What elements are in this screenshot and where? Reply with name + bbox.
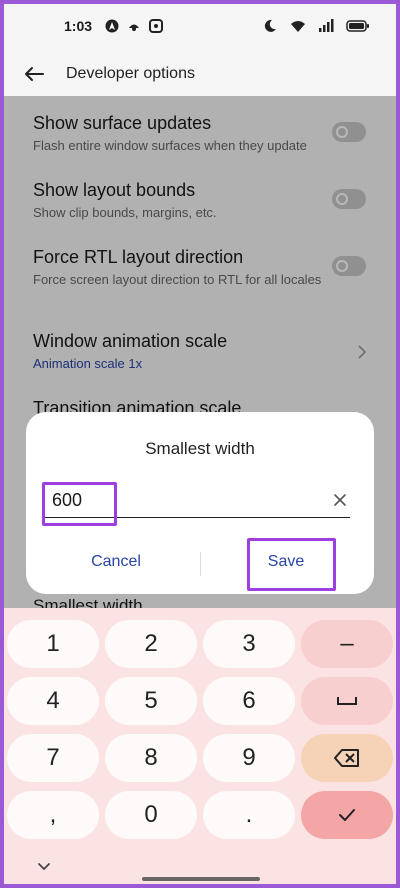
key-period[interactable]: .: [203, 791, 295, 839]
wifi-icon: [290, 18, 306, 34]
key-9[interactable]: 9: [203, 734, 295, 782]
moon-icon: [262, 18, 278, 34]
key-space[interactable]: [301, 677, 393, 725]
page-title: Developer options: [66, 65, 195, 82]
checkmark-icon: [339, 809, 355, 821]
navigation-icon: [104, 18, 120, 34]
screenshot-icon: [148, 18, 164, 34]
key-1[interactable]: 1: [7, 620, 99, 668]
key-2[interactable]: 2: [105, 620, 197, 668]
key-5[interactable]: 5: [105, 677, 197, 725]
chevron-down-icon[interactable]: [37, 862, 51, 872]
key-minus[interactable]: –: [301, 620, 393, 668]
button-divider: [200, 552, 201, 576]
close-icon: [334, 494, 346, 506]
battery-icon: [346, 18, 370, 34]
key-6[interactable]: 6: [203, 677, 295, 725]
phone-screen: 1:03 Developer options Show surface upda…: [4, 4, 396, 884]
home-indicator[interactable]: [142, 877, 260, 881]
numeric-keyboard: 1 2 3 – 4 5 6 7 8 9 , 0 .: [4, 608, 396, 884]
status-bar: 1:03: [4, 4, 396, 48]
smallest-width-dialog: Smallest width Cancel Save: [26, 412, 374, 594]
notification-app-icon: [126, 18, 142, 34]
status-right-icons: [262, 18, 376, 34]
back-arrow-icon: [25, 67, 44, 81]
key-7[interactable]: 7: [7, 734, 99, 782]
dialog-title: Smallest width: [145, 439, 255, 458]
backspace-icon: [334, 749, 359, 767]
clear-input-button[interactable]: [330, 490, 350, 510]
key-done[interactable]: [301, 791, 393, 839]
key-4[interactable]: 4: [7, 677, 99, 725]
save-highlight-box: [247, 538, 336, 591]
key-0[interactable]: 0: [105, 791, 197, 839]
signal-icon: [318, 18, 334, 34]
key-3[interactable]: 3: [203, 620, 295, 668]
key-backspace[interactable]: [301, 734, 393, 782]
key-8[interactable]: 8: [105, 734, 197, 782]
status-time: 1:03: [64, 18, 93, 34]
back-button[interactable]: [20, 60, 48, 88]
cancel-button[interactable]: Cancel: [46, 544, 186, 580]
app-header: Developer options: [4, 52, 396, 96]
key-comma[interactable]: ,: [7, 791, 99, 839]
space-icon: [337, 697, 357, 705]
input-highlight-box: [42, 482, 117, 526]
